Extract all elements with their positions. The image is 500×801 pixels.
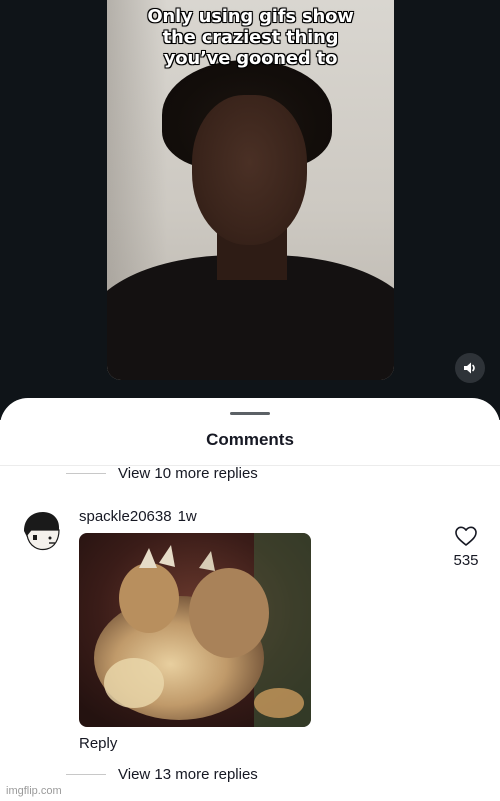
caption-line: the craziest thing (162, 27, 339, 48)
like-count: 535 (453, 552, 479, 569)
comments-title: Comments (206, 430, 294, 449)
comment-gif-image[interactable] (79, 533, 311, 727)
view-more-replies-top[interactable]: View 10 more replies (66, 465, 258, 482)
drag-handle[interactable] (230, 412, 270, 415)
video-person-face (192, 95, 307, 245)
comment-header: spackle20638 1w (79, 508, 197, 525)
view-more-replies-label: View 10 more replies (118, 465, 258, 482)
divider-line (66, 774, 106, 775)
video-area: Only using gifs show the craziest thing … (0, 0, 500, 420)
reply-button[interactable]: Reply (79, 735, 117, 752)
view-more-replies-bottom[interactable]: View 13 more replies (66, 766, 258, 783)
divider-line (66, 473, 106, 474)
speaker-volume-icon (464, 362, 475, 374)
video-caption: Only using gifs show the craziest thing … (107, 6, 394, 69)
watermark: imgflip.com (6, 785, 62, 797)
avatar[interactable] (19, 509, 63, 553)
video-player[interactable]: Only using gifs show the craziest thing … (107, 0, 394, 380)
caption-line: you’ve gooned to (163, 48, 338, 69)
comment-timestamp: 1w (177, 508, 197, 525)
volume-button[interactable] (455, 353, 485, 383)
comments-sheet: Comments View 10 more replies spackle206… (0, 398, 500, 801)
caption-line: Only using gifs show (147, 6, 354, 27)
cartoon-avatar-icon (20, 510, 62, 552)
heart-outline-icon (455, 526, 477, 546)
comment-username[interactable]: spackle20638 (79, 508, 172, 525)
like-button[interactable] (454, 525, 478, 547)
view-more-replies-label: View 13 more replies (118, 766, 258, 783)
gif-image (79, 533, 311, 727)
